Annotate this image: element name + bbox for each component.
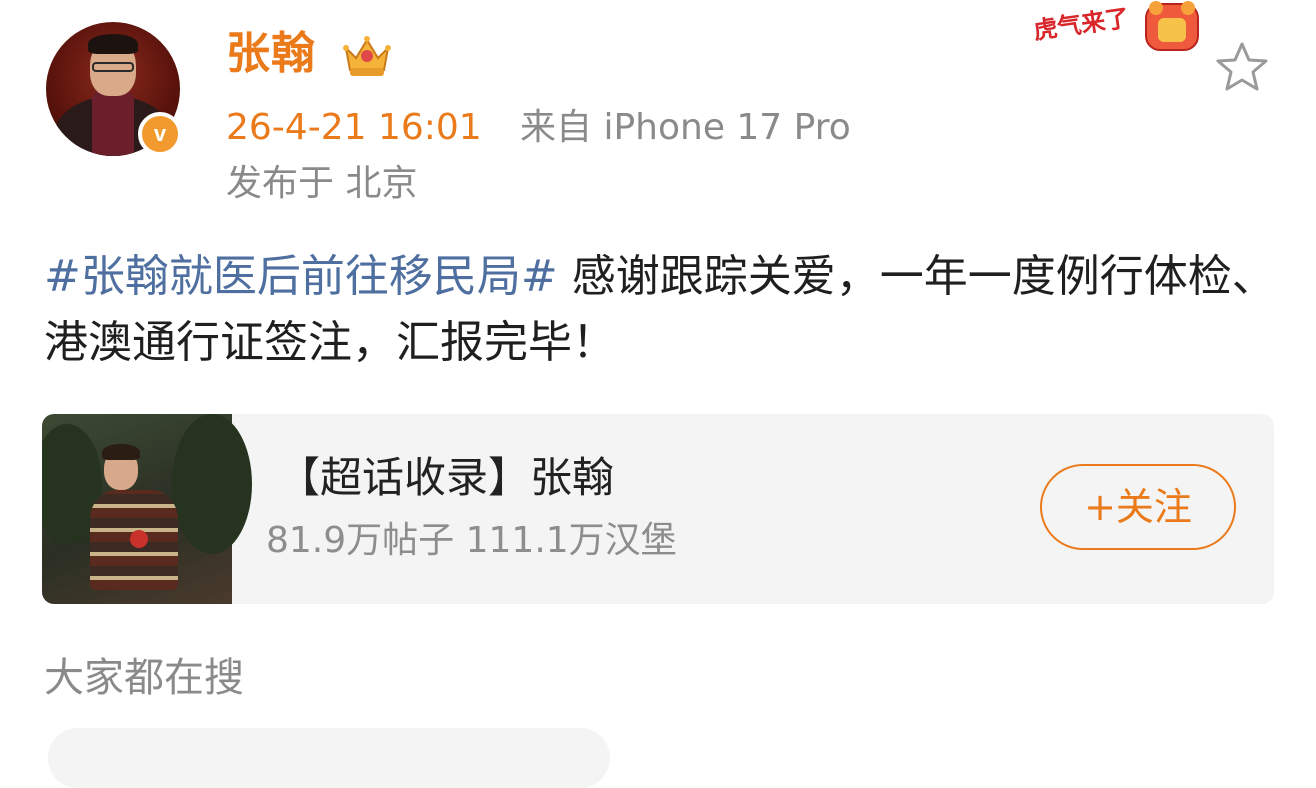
post-location: 发布于 北京 [226,163,418,204]
post-source: 来自 iPhone 17 Pro [520,107,851,148]
follow-button[interactable]: +关注 [1040,464,1236,550]
star-icon[interactable] [1212,38,1272,96]
tiger-sticker: 虎气来了 [1032,1,1199,51]
crown-icon [343,36,391,76]
username[interactable]: 张翰 [226,26,316,82]
sticker-text: 虎气来了 [1032,4,1131,45]
super-topic-card[interactable]: 【超话收录】张翰 81.9万帖子 111.1万汉堡 +关注 [42,414,1274,604]
trending-search-item[interactable] [48,728,610,788]
trending-searches-title: 大家都在搜 [44,655,244,701]
post-body: #张翰就医后前往移民局# 感谢跟踪关爱，一年一度例行体检、港澳通行证签注，汇报完… [44,244,1284,376]
post-hashtag[interactable]: #张翰就医后前往移民局# [44,251,558,302]
super-topic-thumbnail [42,414,252,604]
thumb-figure-hair [102,444,140,460]
avatar-figure-hair [88,34,138,54]
thumb-apple [130,530,148,548]
post-timestamp: 26-4-21 16:01 [226,107,482,148]
avatar-figure-scarf [92,92,134,156]
avatar-figure-glasses [92,62,134,72]
super-topic-stats: 81.9万帖子 111.1万汉堡 [266,520,677,561]
super-topic-title[interactable]: 【超话收录】张翰 [278,452,614,504]
thumb-tree [172,414,252,554]
verified-v-icon: v [138,112,182,156]
